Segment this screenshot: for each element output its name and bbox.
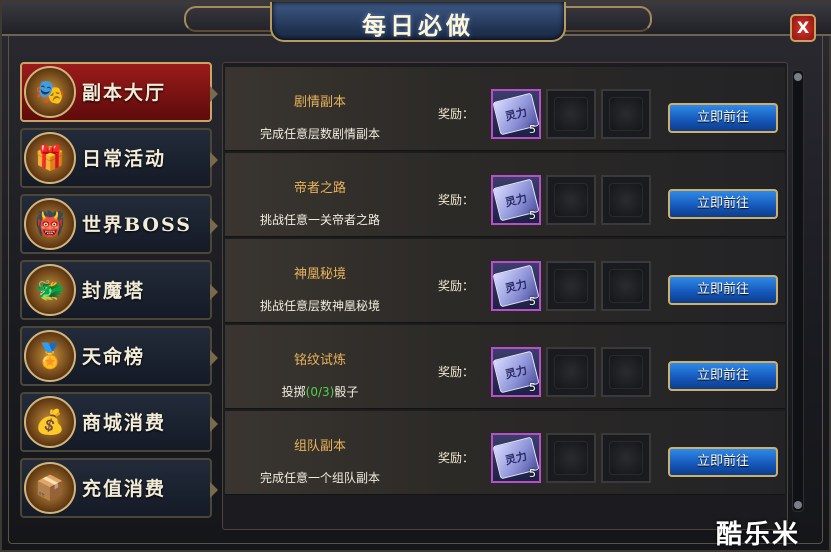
empty-slot-icon	[554, 441, 588, 475]
reward-qty: 5	[529, 381, 536, 394]
reward-slot-empty	[601, 347, 651, 397]
sidebar-item-label: 封魔塔	[82, 280, 146, 302]
task-name: 组队副本	[293, 439, 346, 454]
scroll-down-icon[interactable]	[794, 501, 802, 509]
task-progress: (0/3)	[305, 385, 335, 399]
boss-demon-icon: 👹	[24, 198, 76, 250]
sidebar-arrow-icon	[210, 482, 218, 498]
task-desc: 完成任意一个组队副本	[259, 471, 380, 485]
sidebar-item-label: 日常活动	[82, 148, 167, 170]
reward-slot-filled[interactable]: 灵力 5	[491, 89, 541, 139]
task-row: 组队副本 完成任意一个组队副本 奖励： 灵力 5 立即前往	[225, 411, 785, 495]
task-desc-suffix: 骰子	[334, 385, 359, 399]
sidebar-item-label: 商城消费	[82, 412, 167, 434]
empty-slot-icon	[554, 269, 588, 303]
category-sidebar: 🎭 副本大厅 🎁 日常活动 👹 世界BOSS 🐲 封魔塔 🏅 天命榜 💰 商城消…	[20, 62, 218, 524]
task-row: 剧情副本 完成任意层数剧情副本 奖励： 灵力 5 立即前往	[225, 67, 785, 151]
reward-slot-empty	[546, 175, 596, 225]
reward-label: 奖励：	[438, 279, 475, 293]
mall-treasure-icon: 💰	[24, 396, 76, 448]
task-list-panel: 剧情副本 完成任意层数剧情副本 奖励： 灵力 5 立即前往 帝者之路 挑战任意一…	[222, 62, 788, 530]
empty-slot-icon	[609, 183, 643, 217]
task-name: 剧情副本	[293, 95, 346, 110]
go-now-button[interactable]: 立即前往	[668, 189, 778, 219]
empty-slot-icon	[609, 269, 643, 303]
destiny-rank-icon: 🏅	[24, 330, 76, 382]
dungeon-mask-icon: 🎭	[24, 66, 76, 118]
site-watermark: 酷乐米	[716, 520, 801, 550]
sidebar-item-daily-activity[interactable]: 🎁 日常活动	[20, 128, 218, 188]
reward-qty: 5	[529, 209, 536, 222]
reward-slot-empty	[546, 347, 596, 397]
go-now-button[interactable]: 立即前往	[668, 275, 778, 305]
title-ornament-left	[184, 6, 274, 32]
task-desc: 完成任意层数剧情副本	[259, 127, 380, 141]
reward-label: 奖励：	[438, 193, 475, 207]
task-row: 铭纹试炼 投掷(0/3)骰子 奖励： 灵力 5 立即前往	[225, 325, 785, 409]
reward-qty: 5	[529, 467, 536, 480]
sidebar-item-recharge-spending[interactable]: 📦 充值消费	[20, 458, 218, 518]
scroll-up-icon[interactable]	[794, 73, 802, 81]
daily-gift-icon: 🎁	[24, 132, 76, 184]
go-now-button[interactable]: 立即前往	[668, 103, 778, 133]
task-name: 帝者之路	[293, 181, 346, 196]
sidebar-item-dungeon-hall[interactable]: 🎭 副本大厅	[20, 62, 218, 122]
sidebar-arrow-icon	[210, 416, 218, 432]
sidebar-item-label: 充值消费	[82, 478, 167, 500]
daily-tasks-window: 每日必做 X 🎭 副本大厅 🎁 日常活动 👹 世界BOSS 🐲 封魔塔 🏅 天命…	[0, 0, 831, 552]
sidebar-arrow-icon	[210, 350, 218, 366]
sidebar-item-world-boss[interactable]: 👹 世界BOSS	[20, 194, 218, 254]
reward-qty: 5	[529, 123, 536, 136]
sidebar-arrow-icon	[210, 86, 218, 102]
reward-slot-empty	[601, 175, 651, 225]
reward-slot-empty	[601, 433, 651, 483]
task-name: 铭纹试炼	[293, 353, 346, 368]
reward-label: 奖励：	[438, 365, 475, 379]
reward-slot-filled[interactable]: 灵力 5	[491, 175, 541, 225]
sidebar-arrow-icon	[210, 152, 218, 168]
empty-slot-icon	[554, 97, 588, 131]
reward-slot-filled[interactable]: 灵力 5	[491, 261, 541, 311]
sidebar-item-destiny-rank[interactable]: 🏅 天命榜	[20, 326, 218, 386]
task-row: 帝者之路 挑战任意一关帝者之路 奖励： 灵力 5 立即前往	[225, 153, 785, 237]
reward-label: 奖励：	[438, 451, 475, 465]
sidebar-item-label: 世界BOSS	[82, 214, 192, 236]
task-desc: 挑战任意层数神凰秘境	[259, 299, 380, 313]
empty-slot-icon	[554, 355, 588, 389]
empty-slot-icon	[609, 441, 643, 475]
reward-slot-empty	[601, 89, 651, 139]
reward-slot-empty	[546, 433, 596, 483]
reward-label: 奖励：	[438, 107, 475, 121]
reward-slot-empty	[546, 261, 596, 311]
go-now-button[interactable]: 立即前往	[668, 361, 778, 391]
sidebar-item-label: 天命榜	[82, 346, 146, 368]
sidebar-arrow-icon	[210, 218, 218, 234]
demon-tower-icon: 🐲	[24, 264, 76, 316]
title-ornament-right	[562, 6, 652, 32]
sidebar-arrow-icon	[210, 284, 218, 300]
task-row: 神凰秘境 挑战任意层数神凰秘境 奖励： 灵力 5 立即前往	[225, 239, 785, 323]
task-desc-prefix: 投掷	[281, 385, 306, 399]
close-button[interactable]: X	[790, 14, 816, 42]
sidebar-item-demon-tower[interactable]: 🐲 封魔塔	[20, 260, 218, 320]
empty-slot-icon	[554, 183, 588, 217]
reward-slot-empty	[546, 89, 596, 139]
reward-slot-filled[interactable]: 灵力 5	[491, 433, 541, 483]
recharge-chest-icon: 📦	[24, 462, 76, 514]
task-desc: 挑战任意一关帝者之路	[259, 213, 380, 227]
sidebar-item-mall-spending[interactable]: 💰 商城消费	[20, 392, 218, 452]
empty-slot-icon	[609, 97, 643, 131]
task-list-scrollbar[interactable]	[792, 70, 804, 512]
reward-qty: 5	[529, 295, 536, 308]
reward-slot-empty	[601, 261, 651, 311]
empty-slot-icon	[609, 355, 643, 389]
window-title: 每日必做	[362, 11, 474, 40]
sidebar-item-label: 副本大厅	[82, 82, 167, 104]
task-name: 神凰秘境	[293, 267, 346, 282]
reward-slot-filled[interactable]: 灵力 5	[491, 347, 541, 397]
task-desc: 投掷(0/3)骰子	[225, 383, 415, 400]
go-now-button[interactable]: 立即前往	[668, 447, 778, 477]
